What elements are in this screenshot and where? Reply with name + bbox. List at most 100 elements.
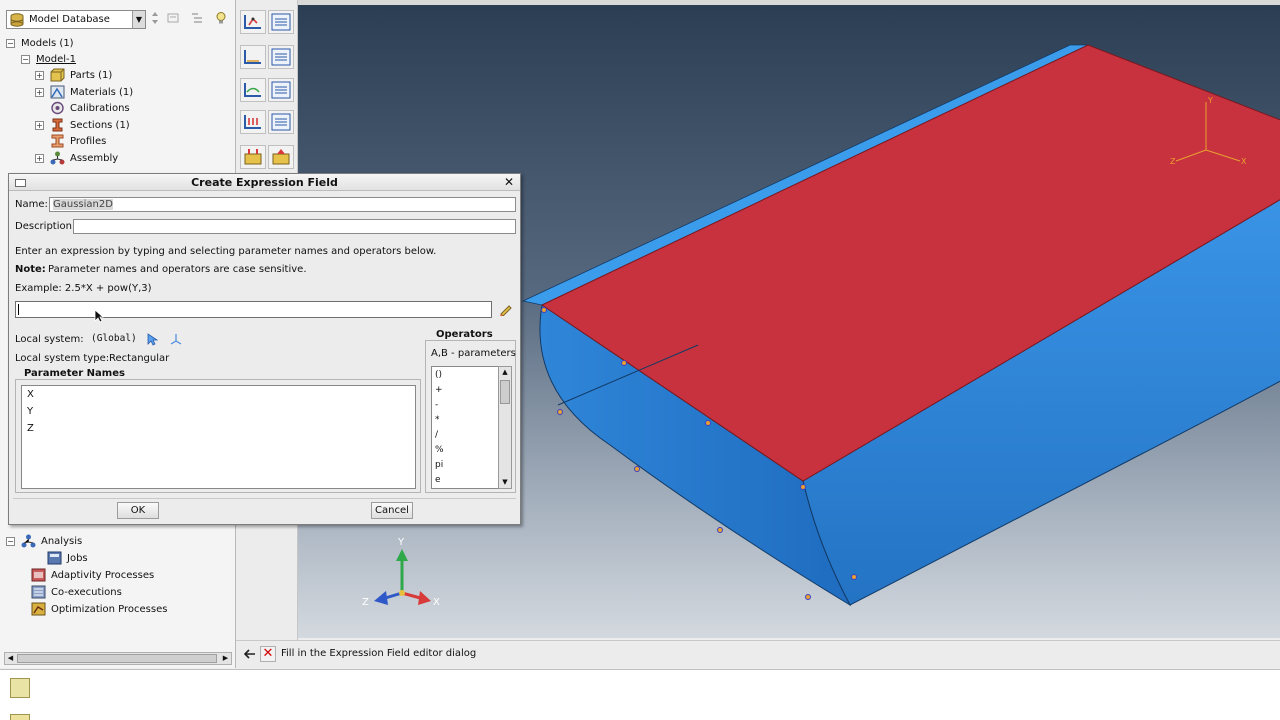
description-label: Description:	[15, 221, 76, 232]
expression-input[interactable]	[15, 301, 492, 318]
message-area-icon[interactable]	[10, 678, 30, 698]
tool-create-bc-button[interactable]	[240, 110, 266, 134]
tree-expander	[35, 104, 44, 113]
tree-item-label: Model-1	[36, 53, 76, 65]
tree-expander[interactable]: −	[21, 54, 30, 64]
lightbulb-icon[interactable]	[214, 11, 228, 25]
view-orientation-triad	[374, 549, 431, 605]
parameter-names-list[interactable]: X Y Z	[21, 385, 416, 489]
close-icon[interactable]: ✕	[503, 175, 515, 189]
section-icon	[52, 118, 63, 132]
tree-item-models[interactable]: − Models (1)	[6, 35, 74, 51]
field-manager-icon	[244, 15, 261, 29]
parameter-x[interactable]: X	[27, 389, 34, 400]
tree-expander[interactable]: +	[35, 153, 44, 163]
note-text: Parameter names and operators are case s…	[48, 264, 307, 275]
parameter-names-title: Parameter Names	[23, 368, 126, 379]
sort-arrows-icon[interactable]	[148, 11, 162, 25]
tool-field-manager-button[interactable]	[268, 10, 294, 34]
scroll-left-icon[interactable]: ◀	[5, 653, 16, 664]
tree-item-profiles[interactable]: Profiles	[35, 133, 106, 149]
instruction-text: Enter an expression by typing and select…	[15, 246, 437, 257]
tree-expander[interactable]: +	[35, 87, 44, 97]
tool-amplitude-manager-button[interactable]	[268, 45, 294, 69]
tree-item-model-1[interactable]: − Model-1	[21, 51, 76, 67]
tree-item-co-executions[interactable]: Co-executions	[16, 584, 122, 600]
tree-item-analysis[interactable]: − Analysis	[6, 533, 82, 549]
local-system-value: (Global)	[91, 333, 137, 344]
operators-scrollbar[interactable]: ▲ ▼	[498, 366, 512, 489]
manager-list-icon	[271, 48, 291, 66]
operator-item[interactable]: %	[435, 445, 444, 455]
tree-expander	[32, 554, 41, 563]
filter-icon[interactable]	[166, 11, 180, 25]
operator-item[interactable]: +	[435, 385, 443, 395]
chevron-down-icon[interactable]: ▼	[132, 11, 145, 28]
tree-item-parts[interactable]: + Parts (1)	[35, 67, 112, 83]
manager-list-icon	[271, 113, 291, 131]
scrollbar-thumb[interactable]	[17, 654, 217, 663]
tool-create-load-button[interactable]	[240, 78, 266, 102]
dialog-separator	[13, 498, 516, 499]
tree-item-label: Parts (1)	[70, 69, 113, 81]
part-triad-x-label: X	[1241, 157, 1247, 166]
operator-item[interactable]: pi	[435, 460, 443, 470]
material-icon	[50, 85, 65, 99]
description-input[interactable]	[73, 219, 516, 234]
local-system-label: Local system:	[15, 334, 84, 345]
view-triad-z-label: Z	[362, 597, 369, 608]
tool-bc-manager-button[interactable]	[268, 110, 294, 134]
tool-predefined-field-button[interactable]	[240, 145, 266, 169]
operator-item[interactable]: ()	[435, 370, 442, 380]
operator-item[interactable]: -	[435, 400, 438, 410]
tool-load-manager-button[interactable]	[268, 78, 294, 102]
tree-item-optimization-processes[interactable]: Optimization Processes	[16, 601, 167, 617]
previous-step-icon[interactable]	[242, 647, 256, 661]
tree-item-label: Optimization Processes	[51, 603, 168, 615]
operator-item[interactable]: /	[435, 430, 438, 440]
message-area	[0, 669, 1280, 720]
cancel-procedure-button[interactable]: ✕	[260, 646, 276, 662]
tree-item-jobs[interactable]: Jobs	[32, 550, 88, 566]
parameter-y[interactable]: Y	[27, 406, 33, 417]
dialog-titlebar[interactable]: Create Expression Field ✕	[9, 174, 520, 191]
model-tree-scrollbar[interactable]: ◀ ▶	[4, 652, 232, 665]
tree-item-calibrations[interactable]: Calibrations	[35, 100, 130, 116]
parameter-z[interactable]: Z	[27, 423, 34, 434]
local-system-type-label: Local system type:	[15, 353, 110, 364]
operator-item[interactable]: e	[435, 475, 441, 485]
scroll-up-icon[interactable]: ▲	[499, 367, 511, 378]
operators-subtitle: A,B - parameters	[431, 348, 516, 359]
part-icon	[50, 68, 65, 82]
tool-predefined-field-manager-button[interactable]	[268, 145, 294, 169]
tree-item-adaptivity-processes[interactable]: Adaptivity Processes	[16, 567, 154, 583]
tool-create-field-button[interactable]	[240, 10, 266, 34]
tree-expander[interactable]: +	[35, 120, 44, 130]
pencil-icon[interactable]	[499, 304, 513, 316]
tree-expander	[16, 605, 25, 614]
profile-icon	[51, 134, 64, 148]
ok-button[interactable]: OK	[117, 502, 159, 519]
create-expression-field-dialog: Create Expression Field ✕ Name: Gaussian…	[8, 173, 521, 525]
tree-item-materials[interactable]: + Materials (1)	[35, 84, 133, 100]
python-shell-icon[interactable]	[10, 714, 30, 720]
cancel-button[interactable]: Cancel	[371, 502, 413, 519]
create-datum-csys-icon[interactable]	[169, 332, 183, 346]
model-database-selector[interactable]: Model Database ▼	[6, 10, 146, 29]
select-csys-arrow-icon[interactable]	[146, 333, 158, 346]
operators-title: Operators	[434, 329, 495, 340]
tree-expander[interactable]: −	[6, 536, 15, 546]
tree-expander	[16, 588, 25, 597]
scrollbar-thumb[interactable]	[500, 380, 510, 404]
tree-expander[interactable]: −	[6, 38, 15, 48]
tool-create-amplitude-button[interactable]	[240, 45, 266, 69]
scroll-right-icon[interactable]: ▶	[220, 653, 231, 664]
tree-expander[interactable]: +	[35, 70, 44, 80]
tree-item-sections[interactable]: + Sections (1)	[35, 117, 130, 133]
scroll-down-icon[interactable]: ▼	[499, 477, 511, 488]
tree-item-assembly[interactable]: + Assembly	[35, 150, 118, 166]
operator-item[interactable]: *	[435, 415, 440, 425]
adaptivity-icon	[31, 568, 46, 582]
name-input[interactable]: Gaussian2D	[49, 197, 516, 212]
tree-options-icon[interactable]	[190, 11, 204, 25]
